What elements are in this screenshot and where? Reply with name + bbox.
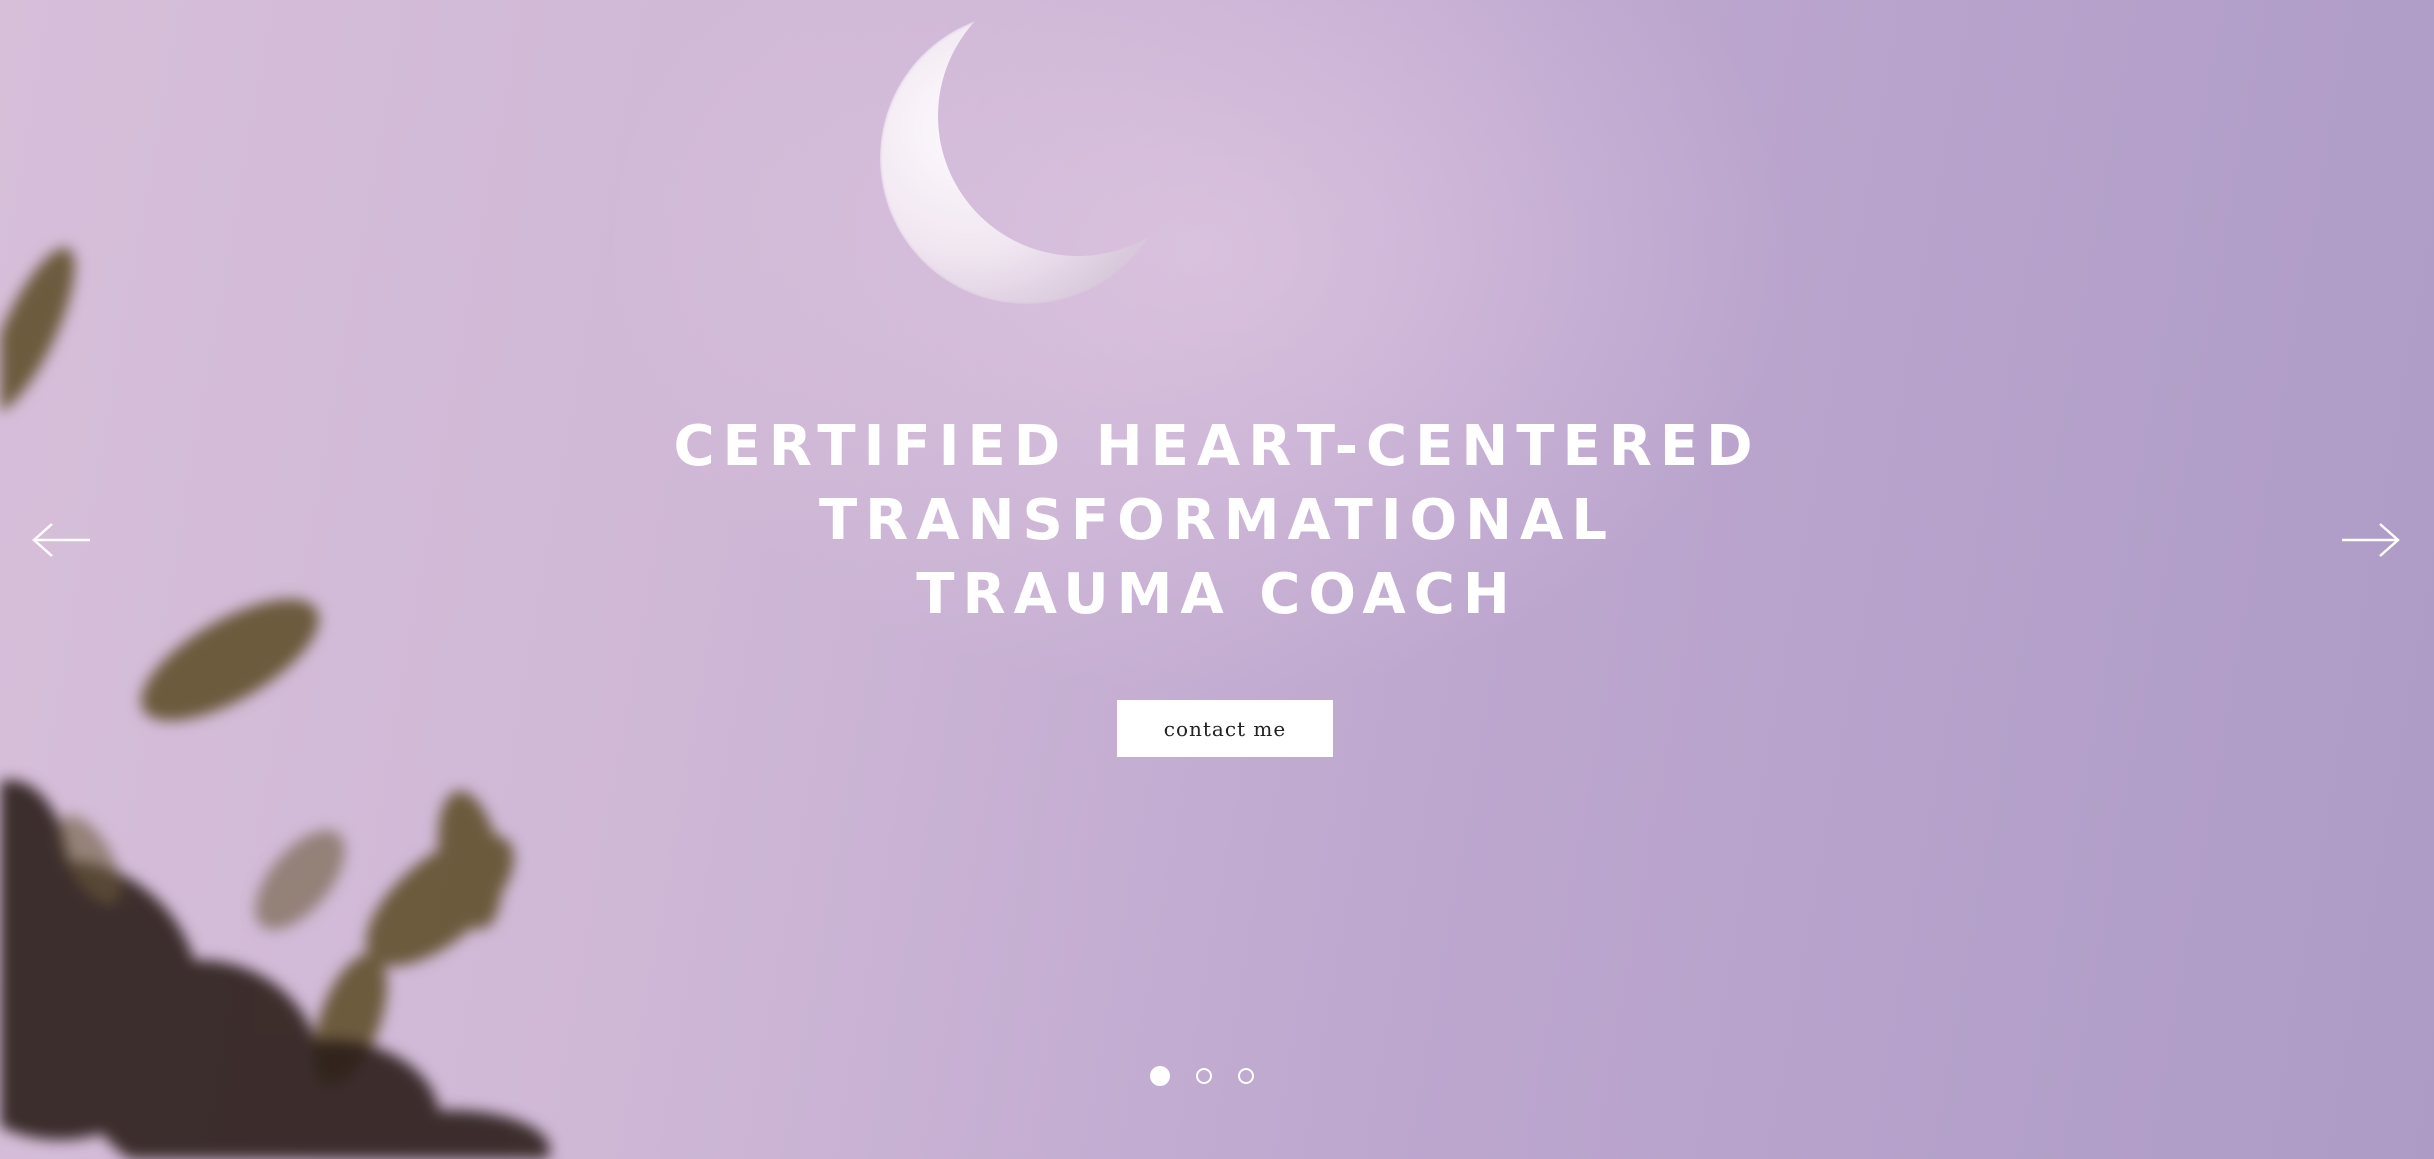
slide-dot-3[interactable]	[1238, 1068, 1254, 1084]
arrow-left-icon	[32, 523, 90, 557]
hero-headline: CERTIFIED HEART-CENTERED TRANSFORMATIONA…	[417, 410, 2017, 632]
headline-line-2: TRANSFORMATIONAL	[818, 488, 1616, 553]
headline-line-1: CERTIFIED HEART-CENTERED	[673, 414, 1761, 479]
slide-dot-1[interactable]	[1150, 1066, 1170, 1086]
arrow-right-icon	[2342, 523, 2400, 557]
hero-slideshow: CERTIFIED HEART-CENTERED TRANSFORMATIONA…	[0, 0, 2434, 1159]
previous-slide-button[interactable]	[30, 516, 94, 564]
slide-dot-2[interactable]	[1196, 1068, 1212, 1084]
next-slide-button[interactable]	[2338, 516, 2402, 564]
headline-line-3: TRAUMA COACH	[916, 562, 1518, 627]
contact-me-button[interactable]: contact me	[1117, 700, 1333, 757]
slide-pagination	[1150, 1065, 1284, 1087]
